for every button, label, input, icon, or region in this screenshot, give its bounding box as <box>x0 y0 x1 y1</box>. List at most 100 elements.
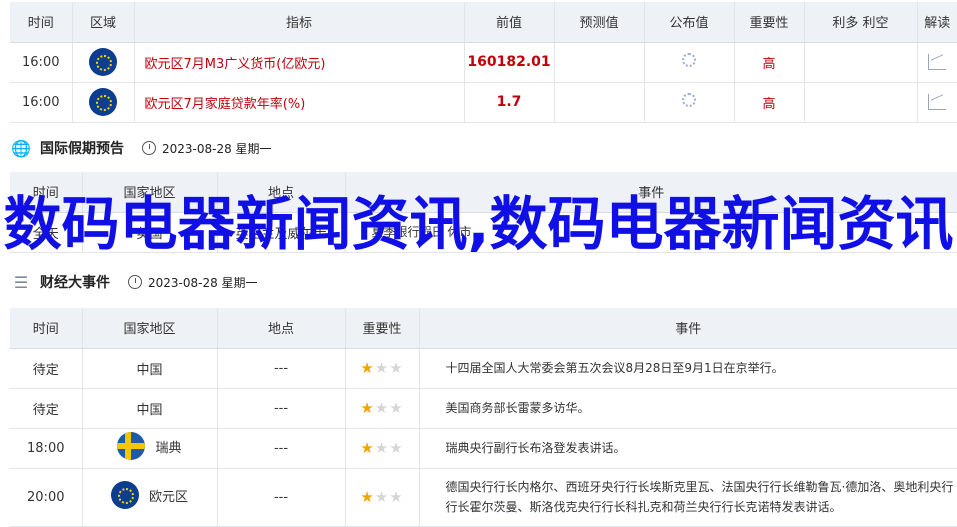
row-time: 18:00 <box>10 428 83 469</box>
row-country: 中国 <box>82 348 218 389</box>
loading-icon <box>682 53 696 67</box>
row-time: 16:00 <box>10 82 73 123</box>
star-empty-icon: ★ <box>374 359 390 377</box>
star-filled-icon: ★ <box>360 359 375 377</box>
region-cell <box>72 82 135 123</box>
col-header-bull-bear: 利多 利空 <box>804 2 918 43</box>
col-header-event: 事件 <box>419 308 957 349</box>
table-header: 时间 国家地区 地点 重要性 事件 <box>10 308 957 349</box>
importance-value: 高 <box>734 42 805 83</box>
row-time: 待定 <box>10 348 83 389</box>
forecast-value <box>554 42 645 83</box>
section-title: 国际假期预告 <box>40 141 124 157</box>
star-rating: ★★★ <box>345 428 420 469</box>
row-event: 十四届全国人大常委会第五次会议8月28日至9月1日在京举行。 <box>419 348 957 389</box>
clock-icon <box>142 141 156 155</box>
row-event: 瑞典央行副行长布洛登发表讲话。 <box>419 428 957 469</box>
bull-bear-value <box>804 42 918 83</box>
star-empty-icon: ★ <box>389 439 404 457</box>
col-header-importance: 重要性 <box>734 2 805 43</box>
row-time: 20:00 <box>10 468 83 527</box>
row-time: 16:00 <box>10 42 73 83</box>
loading-icon <box>682 93 696 107</box>
row-event: 夏季银行假日 休市 <box>345 212 957 253</box>
table-row: 18:00 瑞典 --- ★★★ 瑞典央行副行长布洛登发表讲话。 <box>10 428 957 469</box>
col-header-country: 国家地区 <box>82 172 218 213</box>
star-empty-icon: ★ <box>389 359 404 377</box>
section-date: 2023-08-28 星期一 <box>148 275 258 290</box>
col-header-place: 地点 <box>217 308 346 349</box>
row-country: 欧元区 <box>148 489 188 505</box>
bull-bear-value <box>804 82 918 123</box>
prev-value: 1.7 <box>464 82 555 123</box>
chart-icon[interactable] <box>928 54 947 70</box>
row-place: --- <box>217 348 346 389</box>
col-header-country: 国家地区 <box>82 308 218 349</box>
row-place: --- <box>217 428 346 469</box>
sweden-flag-icon <box>117 432 146 460</box>
star-filled-icon: ★ <box>360 439 375 457</box>
events-section-header: ☰ 财经大事件 2023-08-28 星期一 <box>10 267 258 297</box>
table-row: 20:00 欧元区 --- ★★★ 德国央行行长内格尔、西班牙央行行长埃斯克里瓦… <box>10 468 957 527</box>
indicator-link[interactable]: 欧元区7月家庭贷款年率(%) <box>134 82 465 123</box>
star-filled-icon: ★ <box>360 399 375 417</box>
col-header-indicator: 指标 <box>134 2 465 43</box>
col-header-region: 区域 <box>72 2 135 43</box>
indicator-link[interactable]: 欧元区7月M3广义货币(亿欧元) <box>134 42 465 83</box>
row-country: 中国 <box>82 388 218 429</box>
row-country-cell: 欧元区 <box>82 468 218 527</box>
row-place: --- <box>217 468 346 527</box>
star-rating: ★★★ <box>345 348 420 389</box>
table-header: 时间 区域 指标 前值 预测值 公布值 重要性 利多 利空 解读 <box>10 2 957 43</box>
col-header-place: 地点 <box>217 172 346 213</box>
section-date: 2023-08-28 星期一 <box>162 141 272 156</box>
prev-value: 160182.01 <box>464 42 555 83</box>
clock-icon <box>128 275 142 289</box>
eu-flag-icon <box>89 88 117 116</box>
col-header-time: 时间 <box>10 308 83 349</box>
globe-icon: 🌐 <box>11 138 31 158</box>
col-header-prev: 前值 <box>464 2 555 43</box>
table-row[interactable]: 16:00 欧元区7月家庭贷款年率(%) 1.7 高 <box>10 82 957 123</box>
economic-calendar-table: 时间 区域 指标 前值 预测值 公布值 重要性 利多 利空 解读 16:00 欧… <box>10 2 957 123</box>
row-time: 待定 <box>10 388 83 429</box>
star-filled-icon: ★ <box>360 488 375 506</box>
col-header-event: 事件 <box>345 172 957 213</box>
actual-value <box>644 42 735 83</box>
row-time: 全天 <box>10 212 83 253</box>
forecast-value <box>554 82 645 123</box>
holiday-table: 时间 国家地区 地点 事件 全天 英国 英格兰及威尔士 夏季银行假日 休市 <box>10 172 957 253</box>
analysis-cell[interactable] <box>917 42 957 83</box>
table-row: 待定 中国 --- ★★★ 美国商务部长雷蒙多访华。 <box>10 388 957 429</box>
star-rating: ★★★ <box>345 388 420 429</box>
table-row: 全天 英国 英格兰及威尔士 夏季银行假日 休市 <box>10 212 957 253</box>
star-empty-icon: ★ <box>374 399 390 417</box>
star-empty-icon: ★ <box>374 488 390 506</box>
col-header-actual: 公布值 <box>644 2 735 43</box>
row-country: 瑞典 <box>155 440 182 456</box>
col-header-time: 时间 <box>10 2 73 43</box>
table-header: 时间 国家地区 地点 事件 <box>10 172 957 213</box>
section-title: 财经大事件 <box>40 275 110 291</box>
region-cell <box>72 42 135 83</box>
eu-flag-icon <box>89 48 117 76</box>
star-empty-icon: ★ <box>389 488 404 506</box>
holiday-section-header: 🌐 国际假期预告 2023-08-28 星期一 <box>10 133 272 163</box>
analysis-cell[interactable] <box>917 82 957 123</box>
eu-flag-icon <box>110 481 139 509</box>
chart-icon[interactable] <box>928 94 947 110</box>
col-header-importance: 重要性 <box>345 308 420 349</box>
star-empty-icon: ★ <box>389 399 404 417</box>
row-event: 美国商务部长雷蒙多访华。 <box>419 388 957 429</box>
table-row[interactable]: 16:00 欧元区7月M3广义货币(亿欧元) 160182.01 高 <box>10 42 957 83</box>
row-place: 英格兰及威尔士 <box>217 212 346 253</box>
row-place: --- <box>217 388 346 429</box>
actual-value <box>644 82 735 123</box>
star-rating: ★★★ <box>345 468 420 527</box>
col-header-forecast: 预测值 <box>554 2 645 43</box>
star-empty-icon: ★ <box>374 439 390 457</box>
importance-value: 高 <box>734 82 805 123</box>
sliders-icon: ☰ <box>13 272 29 292</box>
col-header-time: 时间 <box>10 172 83 213</box>
col-header-analysis: 解读 <box>917 2 957 43</box>
